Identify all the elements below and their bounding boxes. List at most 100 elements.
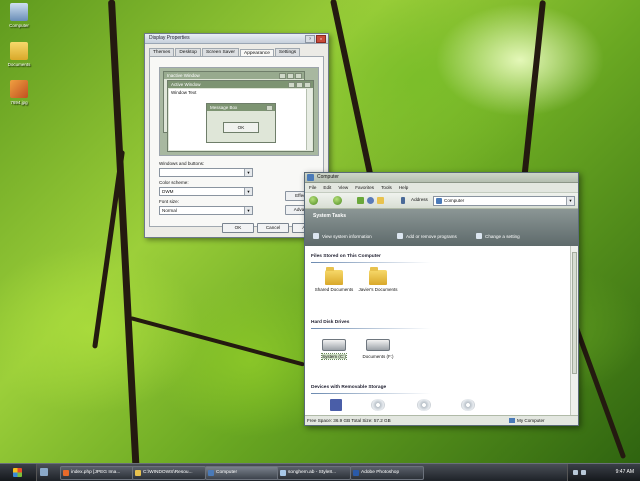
section-heading-drives: Hard Disk Drives xyxy=(311,320,350,325)
taskbar-button-computer[interactable]: Computer xyxy=(205,466,279,480)
section-divider xyxy=(311,393,431,394)
dialog-title: Display Properties xyxy=(149,35,190,41)
display-properties-dialog: Display Properties ? × Themes Desktop Sc… xyxy=(144,33,329,238)
color-scheme-label: Color scheme: xyxy=(159,180,189,185)
computer-icon xyxy=(307,174,314,181)
scrollbar-thumb[interactable] xyxy=(572,252,577,374)
task-change-setting[interactable]: Change a setting xyxy=(476,233,520,239)
close-button[interactable]: × xyxy=(316,35,326,43)
menu-tools[interactable]: Tools xyxy=(381,183,392,192)
drive-system-c[interactable]: System (C:) xyxy=(309,336,359,360)
taskbar-button-label: songhem.ab - Style8... xyxy=(288,470,336,475)
removable-cd[interactable] xyxy=(353,399,403,411)
menu-edit[interactable]: Edit xyxy=(323,183,331,192)
hard-drive-icon xyxy=(366,339,390,351)
tab-screen-saver[interactable]: Screen Saver xyxy=(201,48,239,56)
section-heading-files: Files Stored on This Computer xyxy=(311,254,381,259)
window-titlebar[interactable]: Computer xyxy=(305,173,578,183)
font-size-select[interactable]: Normal ▼ xyxy=(159,206,253,215)
menu-favorites[interactable]: Favorites xyxy=(355,183,374,192)
windows-buttons-select[interactable]: ▼ xyxy=(159,168,253,177)
views-icon[interactable] xyxy=(401,197,405,204)
forward-arrow-icon[interactable] xyxy=(333,196,342,205)
chevron-down-icon[interactable]: ▼ xyxy=(566,197,574,205)
item-label: Documents (F:) xyxy=(362,354,394,359)
ok-button[interactable]: OK xyxy=(222,223,254,233)
hard-drive-icon xyxy=(322,339,346,351)
tab-desktop[interactable]: Desktop xyxy=(175,48,201,56)
desktop-icon-image[interactable]: 7694.jpg xyxy=(2,80,36,105)
back-arrow-icon[interactable] xyxy=(309,196,318,205)
item-label: Shared Documents xyxy=(314,287,354,292)
clock[interactable]: 9:47 AM xyxy=(616,469,634,475)
appearance-preview: Inactive Window Active Window Window Tex… xyxy=(159,67,319,156)
network-icon[interactable] xyxy=(573,470,578,475)
tab-settings[interactable]: Settings xyxy=(274,48,301,56)
address-value: Computer xyxy=(444,198,465,203)
folder-javiers-documents[interactable]: Javier's Documents xyxy=(353,267,403,292)
firefox-icon xyxy=(63,470,69,476)
task-view-system-info[interactable]: View system information xyxy=(313,233,372,239)
tab-themes[interactable]: Themes xyxy=(149,48,175,56)
taskbar-button-index-php[interactable]: index.php [JPEG Ima... xyxy=(60,466,134,480)
system-tasks-heading: System Tasks xyxy=(313,213,346,219)
removable-dvd-2[interactable] xyxy=(443,399,493,411)
dialog-tabs: Themes Desktop Screen Saver Appearance S… xyxy=(145,44,328,57)
wallpaper-branch xyxy=(92,150,125,349)
desktop-icon-label: 7694.jpg xyxy=(10,100,28,105)
chevron-down-icon: ▼ xyxy=(244,188,252,195)
folders-icon[interactable] xyxy=(377,197,384,204)
drive-documents-f[interactable]: Documents (F:) xyxy=(353,336,403,359)
start-button[interactable] xyxy=(0,464,37,481)
font-size-label: Font size: xyxy=(159,199,179,204)
color-scheme-value: DWM xyxy=(162,189,174,194)
color-scheme-select[interactable]: DWM ▼ xyxy=(159,187,253,196)
wallpaper-branch xyxy=(330,0,374,177)
appearance-panel: Inactive Window Active Window Window Tex… xyxy=(149,56,324,227)
dvd-icon xyxy=(417,399,431,411)
menu-file[interactable]: File xyxy=(309,183,316,192)
photoshop-icon xyxy=(353,470,359,476)
address-bar[interactable]: Computer ▼ xyxy=(433,196,575,206)
up-folder-icon[interactable] xyxy=(357,197,364,204)
menu-bar: File Edit View Favorites Tools Help xyxy=(305,183,578,193)
help-button[interactable]: ? xyxy=(305,35,315,43)
desktop-icon-documents[interactable]: Documents xyxy=(2,42,36,67)
folder-icon xyxy=(10,42,28,60)
task-add-remove-programs[interactable]: Add or remove programs xyxy=(397,233,457,239)
window-title: Computer xyxy=(317,174,339,180)
status-bar: Free Space: 36.9 GB Total Size: 57.2 GB … xyxy=(305,415,578,425)
preview-message-box: Message Box OK xyxy=(206,103,276,143)
taskbar-button-style[interactable]: songhem.ab - Style8... xyxy=(277,466,351,480)
taskbar-button-photoshop[interactable]: Adobe Photoshop xyxy=(350,466,424,480)
menu-view[interactable]: View xyxy=(338,183,348,192)
item-label: Javier's Documents xyxy=(358,287,398,292)
control-panel-icon xyxy=(476,233,482,239)
style-builder-icon xyxy=(280,470,286,476)
vertical-scrollbar[interactable] xyxy=(570,246,578,415)
section-heading-removable: Devices with Removable Storage xyxy=(311,385,387,390)
desktop-icon-label: Documents xyxy=(7,62,31,67)
taskbar-button-label: index.php [JPEG Ima... xyxy=(71,470,121,475)
toolbar: Address Computer ▼ xyxy=(305,193,578,209)
section-divider xyxy=(311,262,431,263)
programs-icon xyxy=(397,233,403,239)
dialog-titlebar[interactable]: Display Properties ? × xyxy=(145,34,328,44)
folder-icon xyxy=(135,470,141,476)
task-label: Change a setting xyxy=(485,233,520,239)
preview-scrollbar xyxy=(306,89,312,150)
preview-message-title: Message Box xyxy=(207,104,275,111)
cancel-button[interactable]: Cancel xyxy=(257,223,289,233)
show-desktop-icon[interactable] xyxy=(40,468,48,476)
search-icon[interactable] xyxy=(367,197,374,204)
menu-help[interactable]: Help xyxy=(399,183,408,192)
volume-icon[interactable] xyxy=(581,470,586,475)
removable-dvd-1[interactable] xyxy=(399,399,449,411)
task-label: Add or remove programs xyxy=(406,233,457,239)
item-label: System (C:) xyxy=(321,353,347,360)
taskbar-button-windows-resources[interactable]: C:\WINDOWS\Resou... xyxy=(132,466,206,480)
desktop-icon-computer[interactable]: Computer xyxy=(2,3,36,28)
folder-shared-documents[interactable]: Shared Documents xyxy=(309,267,359,292)
floppy-icon xyxy=(330,399,342,411)
system-tray: 9:47 AM xyxy=(567,464,640,481)
